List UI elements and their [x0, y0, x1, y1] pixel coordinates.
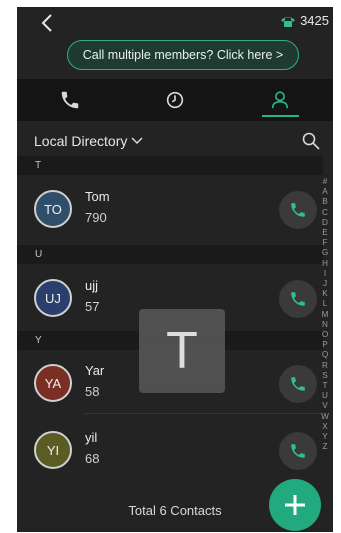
index-letter-overlay: T — [139, 309, 225, 393]
index-letter[interactable]: T — [319, 381, 331, 391]
add-contact-button[interactable] — [269, 479, 321, 531]
row-divider — [83, 413, 323, 414]
contact-name: yil — [85, 430, 98, 445]
index-letter[interactable]: F — [319, 238, 331, 248]
tab-history[interactable] — [122, 79, 227, 121]
phone-line-icon — [281, 16, 296, 27]
contact-name: Tom — [85, 189, 110, 204]
directory-selector[interactable]: Local Directory — [34, 133, 143, 149]
index-letter[interactable]: I — [319, 269, 331, 279]
call-button[interactable] — [279, 365, 317, 403]
index-letter[interactable]: Z — [319, 442, 331, 452]
call-icon — [291, 444, 305, 458]
index-letter[interactable]: E — [319, 228, 331, 238]
index-letter[interactable]: B — [319, 197, 331, 207]
index-letter[interactable]: H — [319, 259, 331, 269]
index-letter[interactable]: W — [319, 412, 331, 422]
avatar: YI — [34, 431, 72, 469]
index-letter[interactable]: P — [319, 340, 331, 350]
call-icon — [291, 203, 305, 217]
call-button[interactable] — [279, 432, 317, 470]
index-letter[interactable]: X — [319, 422, 331, 432]
index-letter[interactable]: Y — [319, 432, 331, 442]
index-letter[interactable]: G — [319, 248, 331, 258]
contact-number: 57 — [85, 299, 100, 314]
search-icon[interactable] — [301, 131, 321, 151]
tab-contacts[interactable] — [228, 79, 333, 121]
index-letter[interactable]: J — [319, 279, 331, 289]
avatar: UJ — [34, 279, 72, 317]
contact-number: 68 — [85, 451, 100, 466]
call-button[interactable] — [279, 191, 317, 229]
index-letter[interactable]: # — [319, 177, 331, 187]
tab-bar — [17, 79, 333, 121]
directory-label: Local Directory — [34, 133, 128, 149]
contact-number: 58 — [85, 384, 100, 399]
section-header-u: U — [17, 245, 323, 264]
contact-name: ujj — [85, 278, 99, 293]
alphabet-index[interactable]: # A B C D E F G H I J K L M N O P Q R S T U V W X Y Z — [319, 177, 331, 452]
contact-name: Yar — [85, 363, 105, 378]
contact-row[interactable]: TO Tom 790 — [17, 175, 323, 245]
back-arrow-icon[interactable] — [37, 11, 59, 35]
section-header-t: T — [17, 156, 323, 175]
index-letter[interactable]: A — [319, 187, 331, 197]
contact-row[interactable]: YI yil 68 — [17, 416, 323, 486]
index-letter[interactable]: Q — [319, 350, 331, 360]
phone-screen: 3425 Call multiple members? Click here >… — [17, 7, 333, 532]
contact-number: 790 — [85, 210, 107, 225]
history-icon — [166, 91, 184, 109]
index-letter[interactable]: L — [319, 299, 331, 309]
index-letter[interactable]: R — [319, 361, 331, 371]
index-letter[interactable]: V — [319, 401, 331, 411]
call-icon — [291, 292, 305, 306]
tab-dialer[interactable] — [17, 79, 122, 121]
status-bar: 3425 — [17, 7, 333, 39]
index-letter[interactable]: O — [319, 330, 331, 340]
plus-icon — [285, 495, 305, 515]
avatar: TO — [34, 190, 72, 228]
contacts-icon — [272, 91, 289, 109]
call-multiple-banner[interactable]: Call multiple members? Click here > — [67, 40, 299, 70]
extension-indicator: 3425 — [280, 13, 329, 28]
index-letter[interactable]: C — [319, 208, 331, 218]
avatar: YA — [34, 364, 72, 402]
chevron-down-icon — [131, 137, 143, 145]
index-letter[interactable]: U — [319, 391, 331, 401]
call-icon — [291, 377, 305, 391]
index-letter[interactable]: K — [319, 289, 331, 299]
phone-icon — [61, 91, 78, 109]
index-letter[interactable]: M — [319, 310, 331, 320]
index-letter[interactable]: S — [319, 371, 331, 381]
index-letter[interactable]: D — [319, 218, 331, 228]
call-button[interactable] — [279, 280, 317, 318]
extension-number: 3425 — [300, 13, 329, 28]
index-letter[interactable]: N — [319, 320, 331, 330]
